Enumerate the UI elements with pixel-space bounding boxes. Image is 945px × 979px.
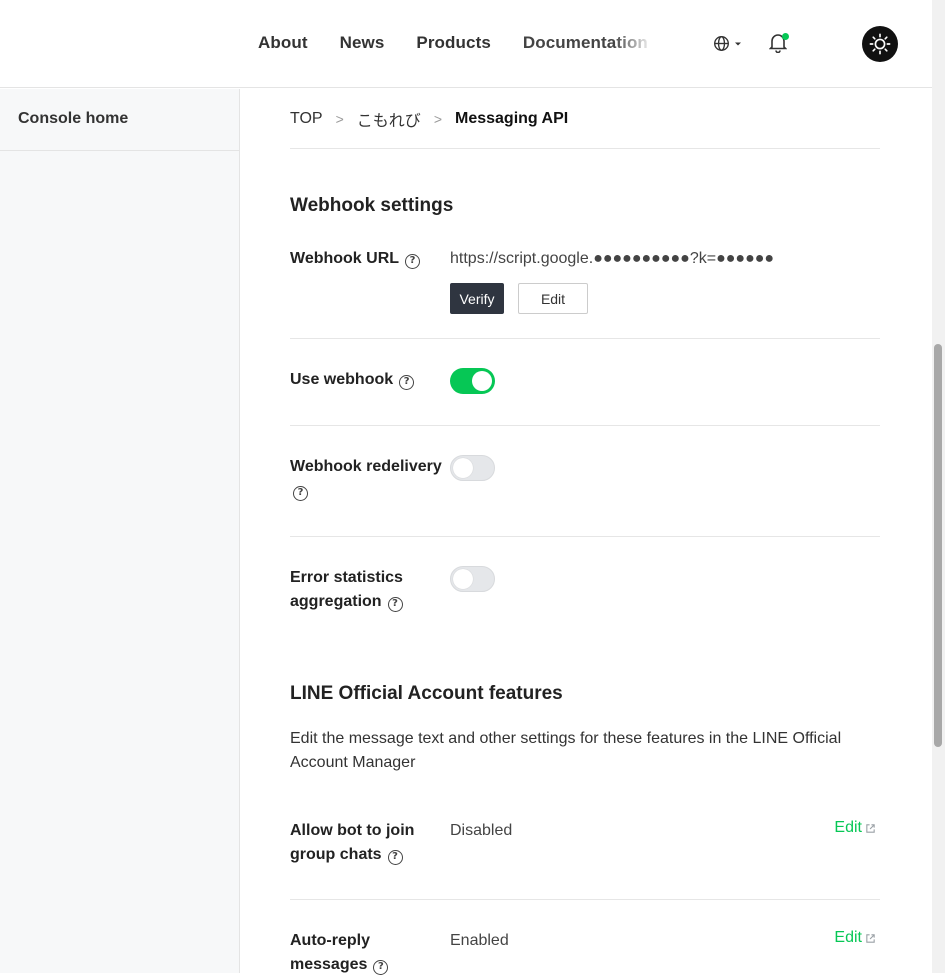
feature-edit-link[interactable]: Edit [834,929,876,947]
caret-down-icon [735,42,741,45]
toggle-knob [472,371,492,391]
breadcrumb-separator: > [335,110,344,127]
top-header: About News Products Documentation [0,0,932,88]
nav-products[interactable]: Products [416,33,490,53]
webhook-url-value: https://script.google.●●●●●●●●●●?k=●●●●●… [450,250,775,267]
nav-about[interactable]: About [258,33,308,53]
breadcrumb-channel[interactable]: こもれび [357,107,421,131]
error-statistics-row: Error statistics aggregation? [290,537,880,647]
feature-label-line2: messages [290,956,368,973]
error-statistics-label-line2: aggregation [290,593,382,610]
feature-label-line1: Auto-reply [290,932,370,949]
notifications-button[interactable] [768,33,789,58]
scrollbar-thumb[interactable] [934,344,942,747]
verify-button[interactable]: Verify [450,283,504,314]
line-oa-features-title: LINE Official Account features [290,683,563,704]
sun-icon [869,33,891,55]
nav-documentation[interactable]: Documentation [523,33,653,53]
help-icon[interactable]: ? [387,850,403,865]
breadcrumb-separator: > [433,110,442,127]
theme-toggle-button[interactable] [862,26,898,62]
webhook-redelivery-label-wrap: Webhook redelivery? [290,455,450,503]
feature-value: Enabled [450,932,509,949]
help-icon[interactable]: ? [387,597,403,612]
use-webhook-label-wrap: Use webhook? [290,368,440,392]
external-link-icon [866,823,875,833]
webhook-redelivery-label: Webhook redelivery [290,458,442,475]
breadcrumb-current: Messaging API [455,109,569,127]
main-nav: About News Products Documentation [258,33,685,53]
use-webhook-label: Use webhook [290,371,394,388]
nav-news[interactable]: News [340,33,385,53]
breadcrumb-top[interactable]: TOP [290,110,323,128]
webhook-url-label-wrap: Webhook URL? [290,247,440,271]
feature-row: Allow bot to join group chats? Disabled … [290,819,880,900]
error-statistics-label-wrap: Error statistics aggregation? [290,566,440,614]
feature-edit-link[interactable]: Edit [834,819,876,837]
webhook-url-label: Webhook URL [290,250,400,267]
webhook-redelivery-toggle[interactable] [450,455,495,481]
feature-label-wrap: Allow bot to join group chats? [290,819,440,867]
external-link-icon [866,933,875,943]
globe-icon [714,36,729,51]
use-webhook-toggle[interactable] [450,368,495,394]
language-selector[interactable] [713,35,742,52]
toggle-knob [453,458,473,478]
error-statistics-toggle[interactable] [450,566,495,592]
webhook-url-row: Webhook URL? https://script.google.●●●●●… [290,247,880,339]
error-statistics-label-line1: Error statistics [290,569,403,586]
feature-edit-label: Edit [834,929,862,946]
sidebar-item-console-home[interactable]: Console home [0,89,239,151]
help-icon[interactable]: ? [293,486,308,501]
edit-webhook-button[interactable]: Edit [518,283,588,314]
breadcrumb: TOP > こもれび > Messaging API [290,89,880,149]
feature-value: Disabled [450,822,513,839]
webhook-redelivery-row: Webhook redelivery? [290,426,880,537]
feature-label-line2: group chats [290,846,382,863]
help-icon[interactable]: ? [399,375,415,390]
use-webhook-row: Use webhook? [290,339,880,426]
line-oa-features-description: Edit the message text and other settings… [290,730,842,771]
notification-dot [782,33,789,40]
sidebar: Console home [0,89,240,973]
feature-label-wrap: Auto-reply messages? [290,929,440,977]
feature-label-line1: Allow bot to join [290,822,415,839]
toggle-knob [453,569,473,589]
feature-row: Auto-reply messages? Enabled Edit [290,929,880,979]
help-icon[interactable]: ? [405,254,421,269]
main-content: TOP > こもれび > Messaging API Webhook setti… [290,89,880,975]
webhook-settings-title: Webhook settings [290,195,454,216]
feature-edit-label: Edit [834,819,862,836]
